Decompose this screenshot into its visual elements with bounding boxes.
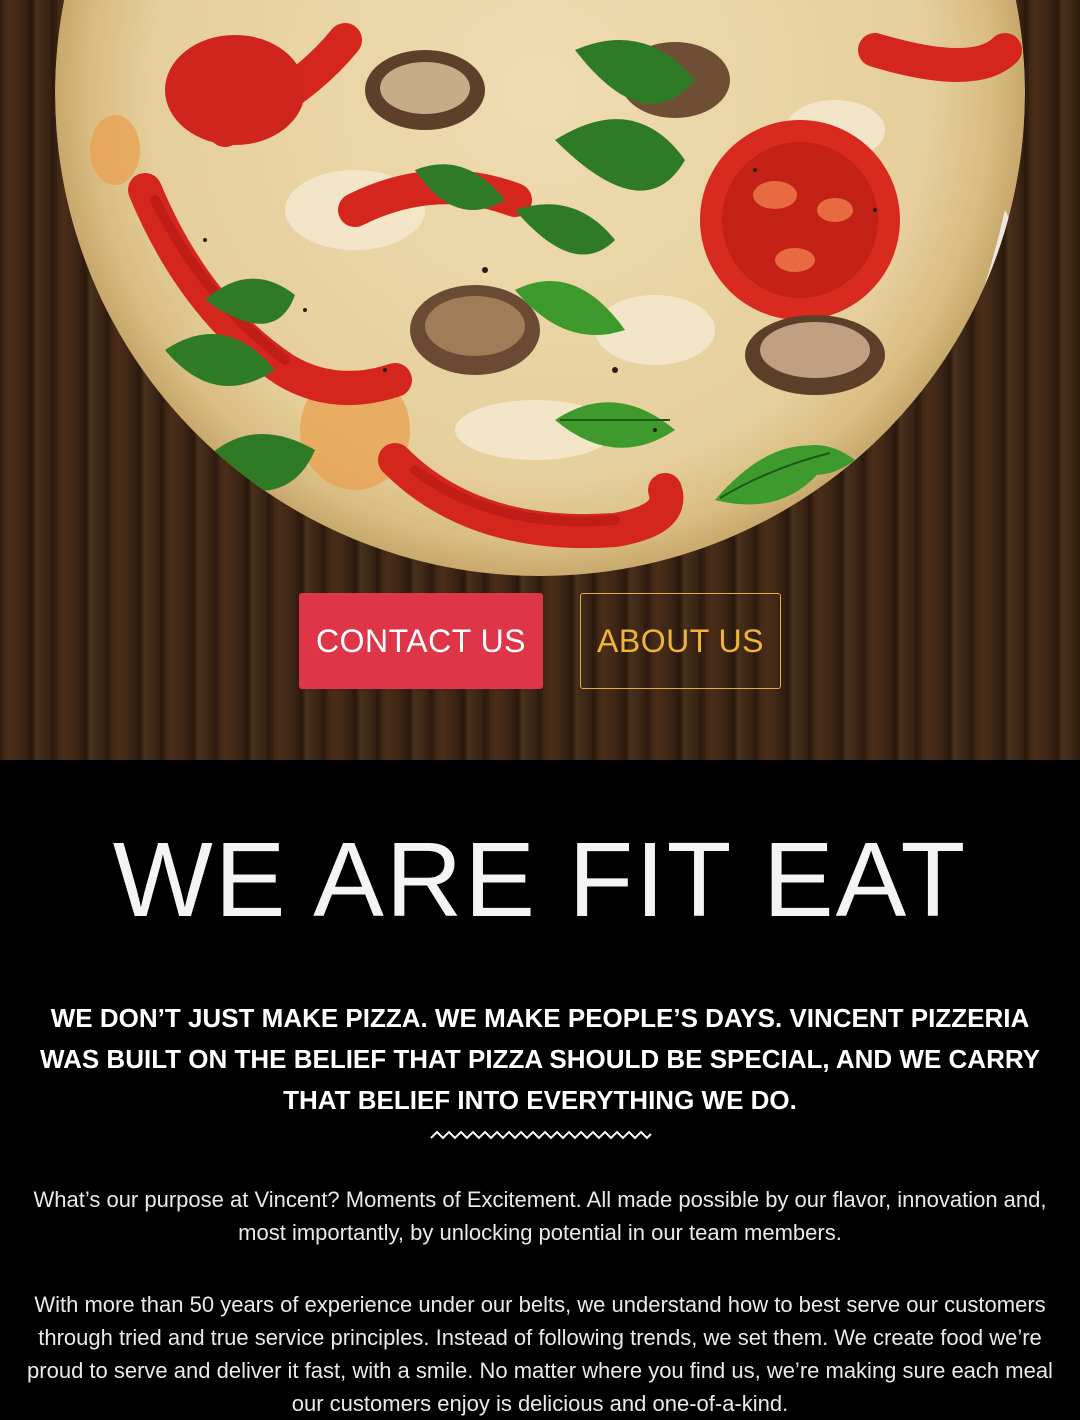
experience-paragraph: With more than 50 years of experience un… (27, 1292, 1053, 1416)
contact-us-button[interactable]: CONTACT US (299, 593, 543, 689)
tagline: WE DON’T JUST MAKE PIZZA. WE MAKE PEOPLE… (39, 1003, 1041, 1115)
about-us-button[interactable]: ABOUT US (580, 593, 781, 689)
hero-button-row: CONTACT US ABOUT US (0, 593, 1080, 689)
section-title: WE ARE FIT EAT (112, 821, 968, 939)
about-section: WE ARE FIT EAT WE DON’T JUST MAKE PIZZA.… (0, 760, 1080, 1416)
hero-section: CONTACT US ABOUT US (0, 0, 1080, 760)
pizza-image (55, 0, 1025, 576)
zigzag-divider-icon (430, 1130, 652, 1140)
purpose-paragraph: What’s our purpose at Vincent? Moments o… (33, 1187, 1047, 1245)
